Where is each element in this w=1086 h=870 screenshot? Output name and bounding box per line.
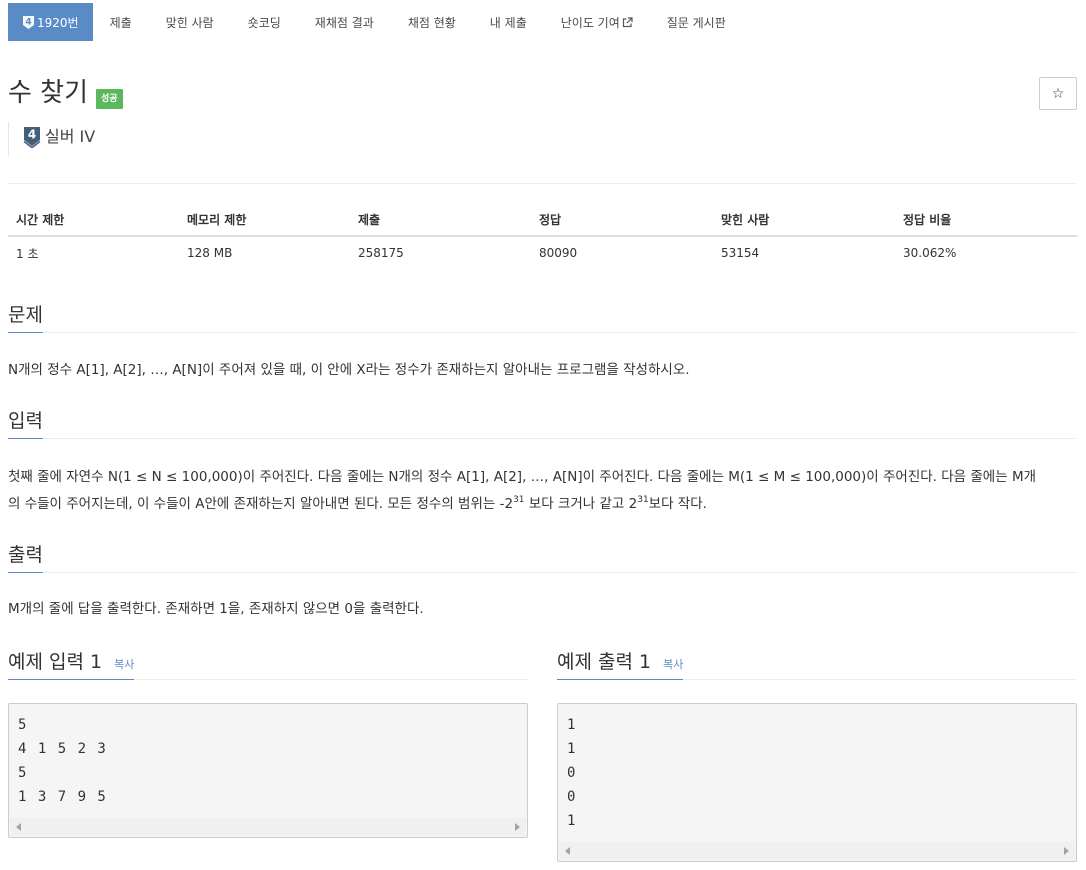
tab-status[interactable]: 채점 현황	[391, 3, 473, 41]
problem-title: 수 찾기	[8, 78, 89, 108]
description-text: N개의 정수 A[1], A[2], …, A[N]이 주어져 있을 때, 이 …	[8, 362, 690, 378]
output-text: M개의 줄에 답을 출력한다. 존재하면 1을, 존재하지 않으면 0을 출력한…	[8, 601, 424, 617]
tab-solvers-label: 맞힌 사람	[165, 15, 214, 30]
header-accepted: 정답	[531, 203, 713, 237]
input-text-line-2: 의 수들이 주어지는데, 이 수들이 A안에 존재하는지 알아내면 된다. 모든…	[8, 495, 707, 513]
input-heading: 입력	[8, 406, 43, 439]
header-solvers: 맞힌 사람	[713, 203, 895, 237]
info-header-row: 시간 제한 메모리 제한 제출 정답 맞힌 사람 정답 비율	[8, 203, 1077, 237]
sample-input-box[interactable]: 5 4 1 5 2 3 5 1 3 7 9 5	[8, 703, 528, 838]
value-solvers: 53154	[721, 246, 760, 260]
tab-submit-label: 제출	[109, 15, 132, 30]
input-text-line-1: 첫째 줄에 자연수 N(1 ≤ N ≤ 100,000)이 주어진다. 다음 줄…	[8, 469, 1037, 485]
sample-input-content: 5 4 1 5 2 3 5 1 3 7 9 5	[18, 717, 108, 805]
tier-row: 4 실버 IV	[8, 122, 95, 156]
scroll-left-icon[interactable]	[16, 823, 21, 831]
tab-submit[interactable]: 제출	[93, 3, 149, 41]
input-section-head: 입력	[8, 406, 1077, 439]
tab-solvers[interactable]: 맞힌 사람	[149, 3, 231, 41]
value-accepted: 80090	[539, 246, 578, 260]
star-icon: ☆	[1051, 85, 1065, 102]
copy-sample-output-button[interactable]: 복사	[663, 658, 683, 671]
info-value-row: 1 초 128 MB 258175 80090 53154 30.062%	[8, 236, 1077, 269]
external-link-icon	[622, 16, 633, 28]
result-badge: 성공	[96, 89, 123, 109]
tab-difficulty-contribution[interactable]: 난이도 기여	[544, 3, 650, 41]
sample-output-content: 1 1 0 0 1	[567, 717, 577, 829]
tab-board[interactable]: 질문 게시판	[650, 3, 743, 41]
sample-output-head: 예제 출력 1 복사	[557, 647, 1077, 680]
star-button[interactable]: ☆	[1039, 77, 1077, 110]
sample-input-heading: 예제 입력 1 복사	[8, 647, 135, 680]
value-time-limit: 1 초	[16, 246, 39, 261]
scroll-right-icon[interactable]	[1064, 847, 1069, 855]
tab-board-label: 질문 게시판	[666, 15, 726, 30]
silver-tier-icon: 4	[23, 126, 41, 152]
problem-title-row: 수 찾기 성공	[8, 76, 123, 110]
output-heading: 출력	[8, 540, 43, 573]
tab-problem-label: 1920번	[37, 15, 79, 30]
sample-output-heading: 예제 출력 1 복사	[557, 647, 684, 680]
sample-input-head: 예제 입력 1 복사	[8, 647, 528, 680]
tab-my-submissions-label: 내 제출	[489, 15, 527, 30]
copy-sample-input-button[interactable]: 복사	[114, 658, 134, 671]
svg-text:4: 4	[25, 17, 31, 27]
output-section-head: 출력	[8, 540, 1077, 573]
svg-text:4: 4	[28, 128, 36, 142]
tab-rejudge-label: 재채점 결과	[314, 15, 374, 30]
horizontal-scrollbar[interactable]	[10, 818, 526, 836]
header-submissions: 제출	[350, 203, 531, 237]
value-submissions: 258175	[358, 246, 404, 260]
divider	[8, 183, 1077, 184]
horizontal-scrollbar[interactable]	[559, 842, 1075, 860]
scroll-right-icon[interactable]	[515, 823, 520, 831]
value-ratio: 30.062%	[903, 246, 957, 260]
problem-info-table: 시간 제한 메모리 제한 제출 정답 맞힌 사람 정답 비율 1 초 128 M…	[8, 203, 1077, 269]
description-heading: 문제	[8, 300, 43, 333]
tab-status-label: 채점 현황	[407, 15, 456, 30]
sample-output-box[interactable]: 1 1 0 0 1	[557, 703, 1077, 862]
header-ratio: 정답 비율	[895, 203, 1077, 237]
tab-my-submissions[interactable]: 내 제출	[473, 3, 544, 41]
description-section-head: 문제	[8, 300, 1077, 333]
tab-difficulty-label: 난이도 기여	[560, 15, 620, 30]
tab-problem[interactable]: 4 1920번	[8, 3, 93, 41]
tier-badge-icon: 4	[22, 15, 35, 30]
input-text: 첫째 줄에 자연수 N(1 ≤ N ≤ 100,000)이 주어진다. 다음 줄…	[8, 464, 1077, 518]
header-memory-limit: 메모리 제한	[179, 203, 350, 237]
header-time-limit: 시간 제한	[8, 203, 179, 237]
scroll-left-icon[interactable]	[565, 847, 570, 855]
tab-rejudge[interactable]: 재채점 결과	[298, 3, 391, 41]
problem-menu: 4 1920번 제출 맞힌 사람 숏코딩 재채점 결과 채점 현황 내 제출 난…	[8, 3, 743, 41]
tab-short-coding[interactable]: 숏코딩	[231, 3, 298, 41]
value-memory-limit: 128 MB	[187, 246, 233, 260]
tab-short-coding-label: 숏코딩	[247, 15, 281, 30]
tier-name: 실버 IV	[45, 127, 96, 146]
